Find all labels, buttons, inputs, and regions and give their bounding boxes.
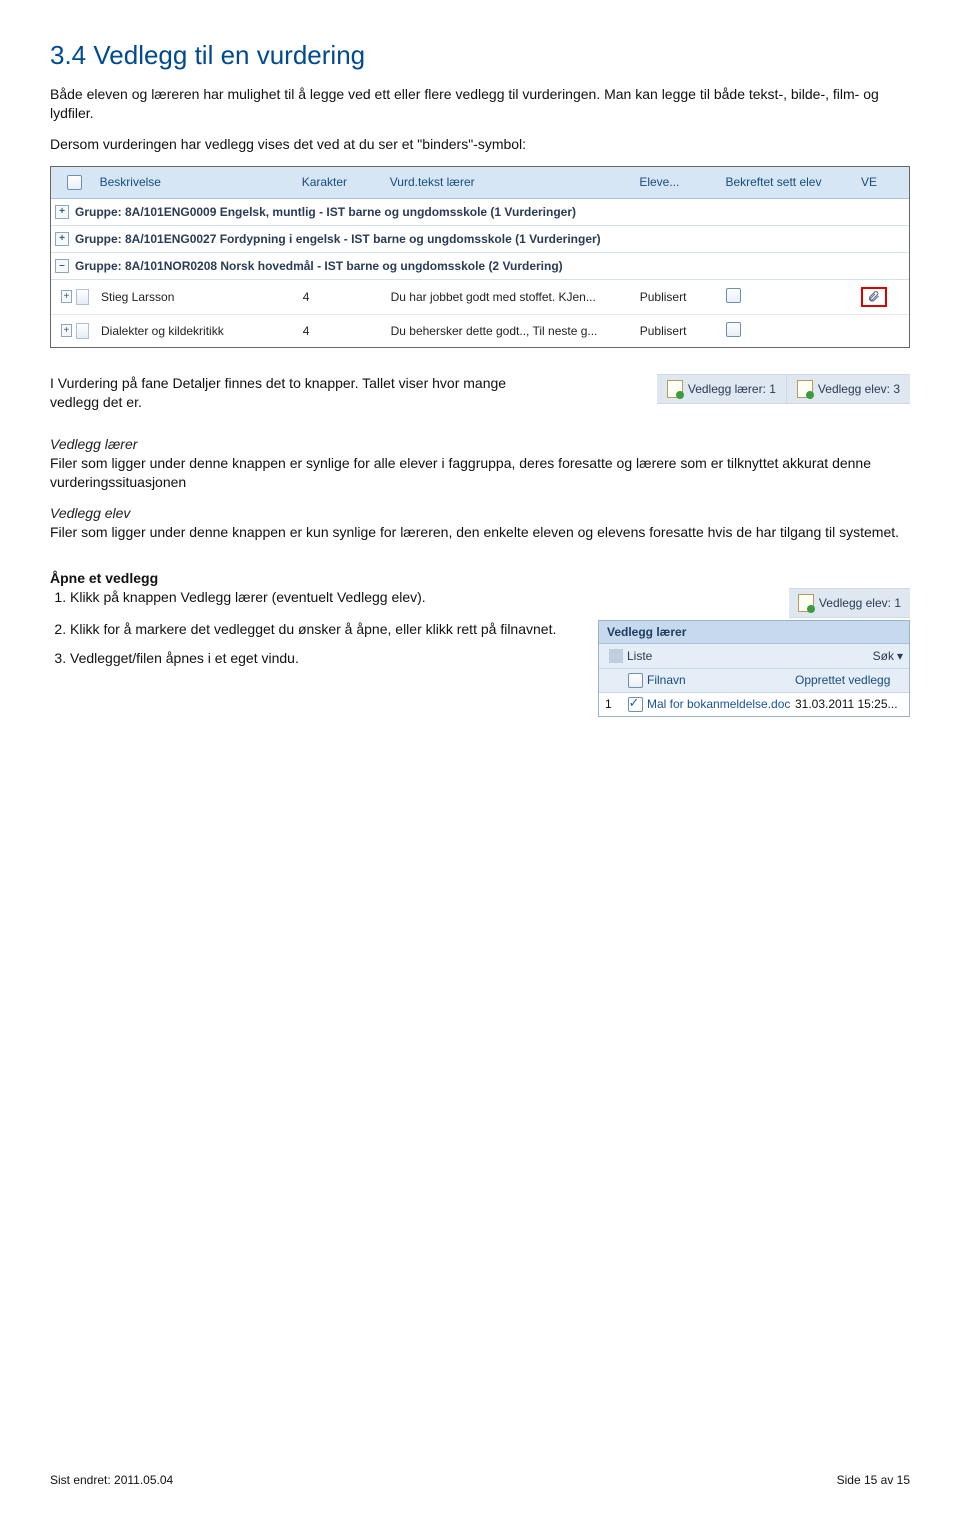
vedlegg-elev-body: Filer som ligger under denne knappen er … (50, 524, 899, 540)
intro-paragraph-2: Dersom vurderingen har vedlegg vises det… (50, 135, 910, 154)
group-label: Gruppe: 8A/101ENG0009 Engelsk, muntlig -… (75, 205, 576, 219)
chevron-down-icon: ▾ (897, 649, 903, 663)
document-icon (667, 380, 683, 398)
section-heading: 3.4 Vedlegg til en vurdering (50, 40, 910, 71)
panel-col-filnavn[interactable]: Filnavn (647, 673, 795, 688)
col-bekreftet[interactable]: Bekreftet sett elev (719, 172, 855, 192)
attachment-highlight (861, 287, 887, 307)
panel-row-checkbox[interactable] (628, 697, 643, 712)
expand-icon[interactable]: + (61, 290, 72, 303)
file-date: 31.03.2011 15:25... (795, 697, 903, 711)
col-ve[interactable]: VE (855, 172, 905, 192)
liste-label: Liste (627, 649, 652, 663)
vedlegg-elev-button[interactable]: Vedlegg elev: 3 (786, 375, 910, 403)
vedlegg-elev-small-button[interactable]: Vedlegg elev: 1 (789, 588, 910, 618)
vedlegg-laerer-button[interactable]: Vedlegg lærer: 1 (657, 375, 786, 403)
pill-label: Vedlegg elev: 3 (818, 382, 900, 396)
header-checkbox[interactable] (67, 175, 82, 190)
group-label: Gruppe: 8A/101NOR0208 Norsk hovedmål - I… (75, 259, 563, 273)
cell-beskrivelse: Dialekter og kildekritikk (95, 321, 297, 341)
group-label: Gruppe: 8A/101ENG0027 Fordypning i engel… (75, 232, 601, 246)
group-row[interactable]: + Gruppe: 8A/101ENG0027 Fordypning i eng… (51, 226, 909, 253)
paperclip-icon[interactable] (867, 290, 881, 304)
cell-elev: Publisert (634, 321, 720, 341)
step-item: Vedlegget/filen åpnes i et eget vindu. (70, 649, 590, 668)
col-karakter[interactable]: Karakter (296, 172, 384, 192)
vedlegg-pill-bar: Vedlegg lærer: 1 Vedlegg elev: 3 (657, 374, 910, 404)
expand-icon[interactable]: + (55, 205, 69, 219)
collapse-icon[interactable]: – (55, 259, 69, 273)
file-link[interactable]: Mal for bokanmeldelse.doc (647, 697, 795, 711)
group-row[interactable]: + Gruppe: 8A/101ENG0009 Engelsk, muntlig… (51, 199, 909, 226)
vedlegg-panel: Vedlegg lærer Liste Søk ▾ Filnavn Oppret… (598, 620, 910, 717)
page-footer: Sist endret: 2011.05.04 Side 15 av 15 (50, 1473, 910, 1487)
panel-header-row: Filnavn Opprettet vedlegg (599, 669, 909, 693)
list-icon (609, 649, 623, 663)
table-row[interactable]: + Stieg Larsson 4 Du har jobbet godt med… (51, 280, 909, 315)
panel-col-opprettet[interactable]: Opprettet vedlegg (795, 673, 903, 688)
cell-karakter: 4 (297, 287, 385, 307)
expand-icon[interactable]: + (55, 232, 69, 246)
assessment-grid: Beskrivelse Karakter Vurd.tekst lærer El… (50, 166, 910, 348)
sok-label: Søk (873, 649, 894, 663)
liste-button[interactable]: Liste (605, 647, 656, 665)
row-checkbox[interactable] (726, 288, 741, 303)
grid-header-row: Beskrivelse Karakter Vurd.tekst lærer El… (51, 167, 909, 199)
detail-icon[interactable] (76, 323, 89, 339)
col-elev[interactable]: Eleve... (633, 172, 719, 192)
document-icon (797, 380, 813, 398)
pill-label: Vedlegg lærer: 1 (688, 382, 776, 396)
panel-row[interactable]: 1 Mal for bokanmeldelse.doc 31.03.2011 1… (599, 693, 909, 716)
open-attachment-heading: Åpne et vedlegg (50, 570, 910, 586)
pill-label: Vedlegg elev: 1 (819, 596, 901, 610)
col-beskrivelse[interactable]: Beskrivelse (94, 172, 296, 192)
intro-paragraph-1: Både eleven og læreren har mulighet til … (50, 85, 910, 123)
cell-vurdtekst: Du har jobbet godt med stoffet. KJen... (385, 287, 634, 307)
panel-title: Vedlegg lærer (599, 621, 909, 644)
col-vurdtekst[interactable]: Vurd.tekst lærer (384, 172, 634, 192)
cell-vurdtekst: Du behersker dette godt.., Til neste g..… (385, 321, 634, 341)
panel-toolbar: Liste Søk ▾ (599, 644, 909, 669)
table-row[interactable]: + Dialekter og kildekritikk 4 Du behersk… (51, 315, 909, 347)
vedlegg-laerer-body: Filer som ligger under denne knappen er … (50, 455, 871, 490)
cell-beskrivelse: Stieg Larsson (95, 287, 297, 307)
vedlegg-elev-subhead: Vedlegg elev (50, 505, 130, 521)
step-item: Klikk for å markere det vedlegget du øns… (70, 620, 590, 639)
vedlegg-laerer-subhead: Vedlegg lærer (50, 436, 137, 452)
row-number: 1 (605, 697, 623, 711)
step-item: Klikk på knappen Vedlegg lærer (eventuel… (70, 588, 590, 607)
detail-buttons-paragraph: I Vurdering på fane Detaljer finnes det … (50, 374, 550, 412)
cell-elev: Publisert (634, 287, 720, 307)
document-icon (798, 594, 814, 612)
cell-karakter: 4 (297, 321, 385, 341)
group-row[interactable]: – Gruppe: 8A/101NOR0208 Norsk hovedmål -… (51, 253, 909, 280)
expand-icon[interactable]: + (61, 324, 72, 337)
search-control[interactable]: Søk ▾ (873, 649, 903, 663)
footer-right: Side 15 av 15 (837, 1473, 910, 1487)
panel-header-checkbox[interactable] (628, 673, 643, 688)
row-checkbox[interactable] (726, 322, 741, 337)
detail-icon[interactable] (76, 289, 89, 305)
footer-left: Sist endret: 2011.05.04 (50, 1473, 173, 1487)
